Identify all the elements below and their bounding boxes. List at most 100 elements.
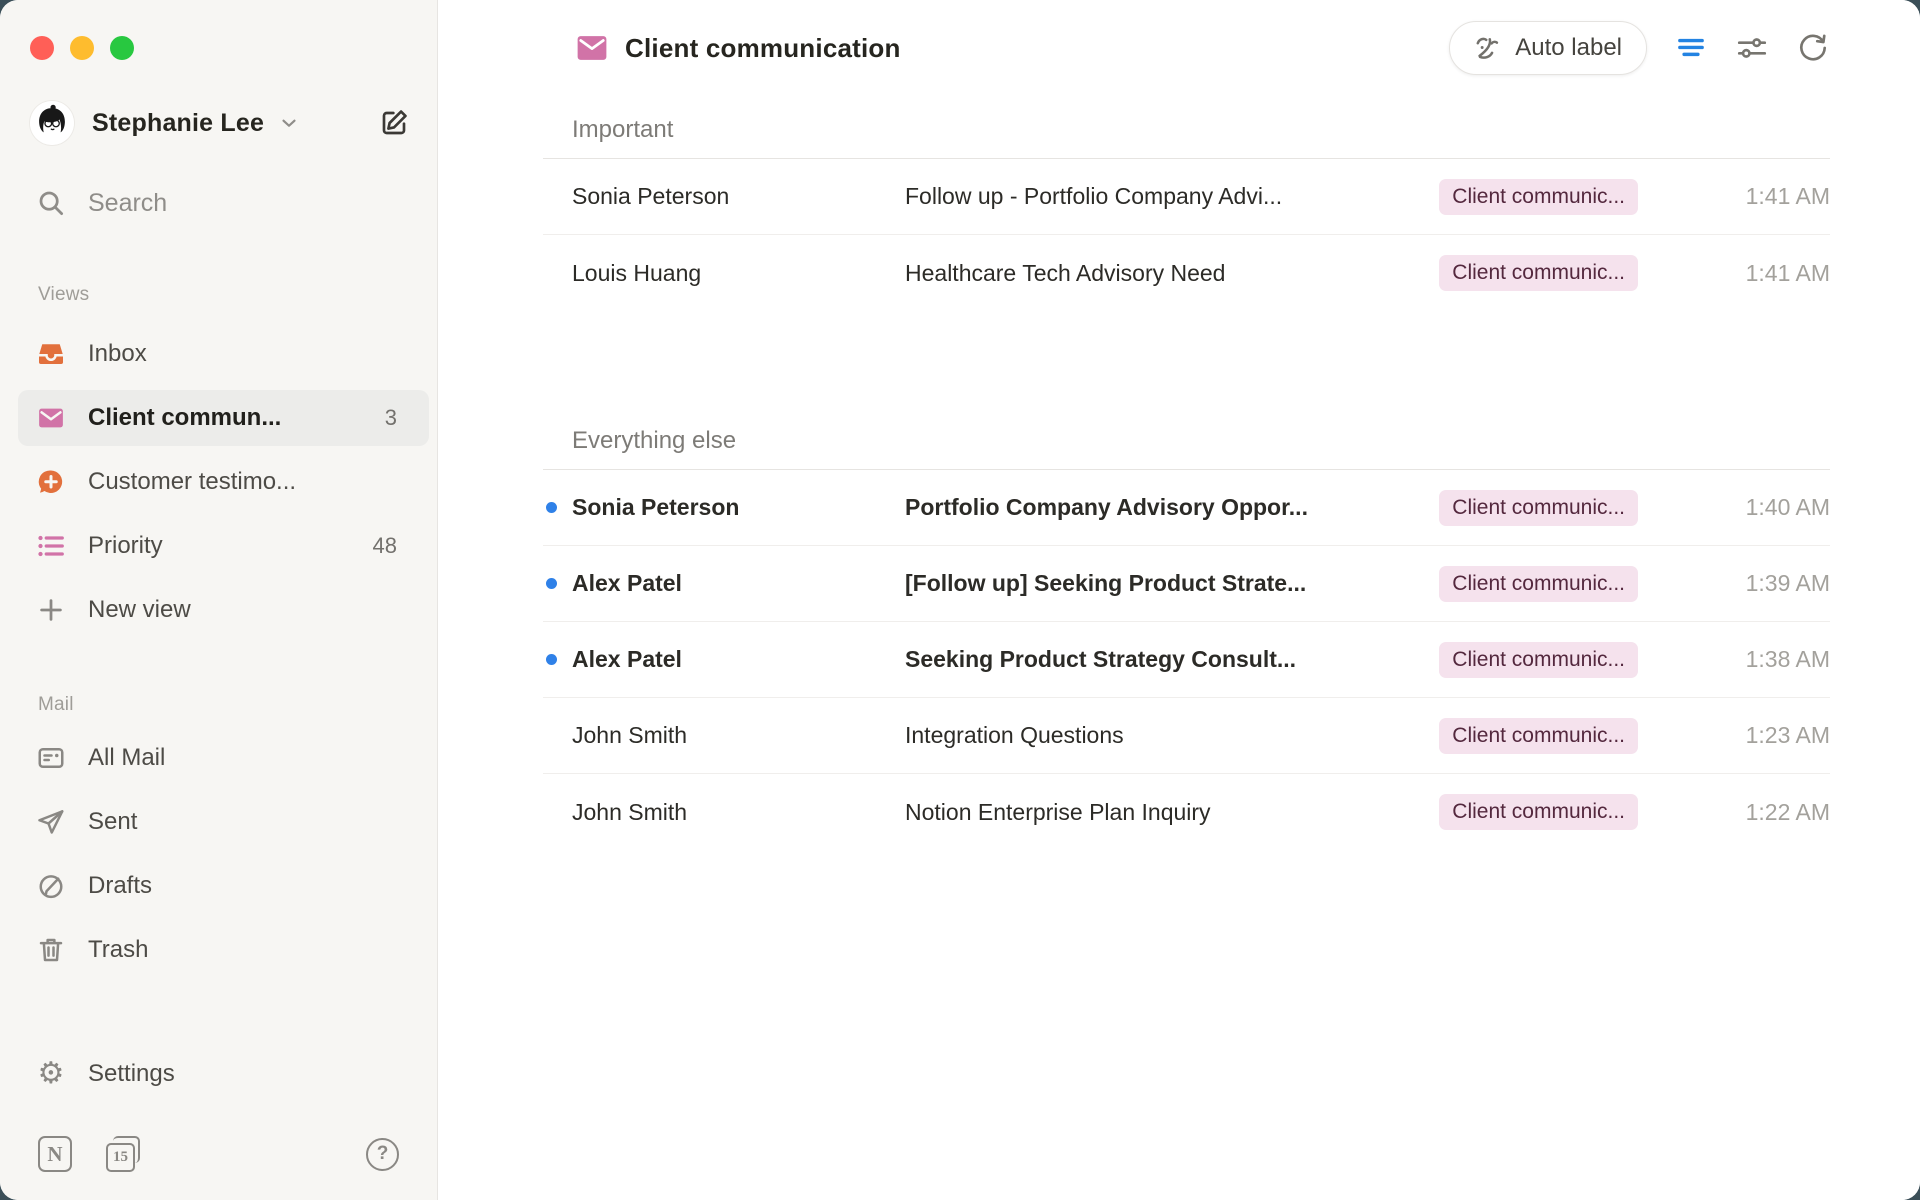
email-row[interactable]: Sonia Peterson Portfolio Company Advisor… — [543, 470, 1830, 546]
search-placeholder: Search — [88, 189, 167, 218]
help-icon[interactable]: ? — [366, 1138, 399, 1171]
view-header: Client communication Auto label — [543, 0, 1830, 96]
sidebar-item-client-communication[interactable]: Client commun... 3 — [0, 386, 437, 450]
email-row[interactable]: Louis Huang Healthcare Tech Advisory Nee… — [543, 235, 1830, 311]
email-subject: Seeking Product Strategy Consult... — [905, 646, 1439, 673]
unread-dot-icon — [546, 578, 557, 589]
priority-list-icon — [36, 531, 66, 561]
avatar — [30, 101, 74, 145]
user-name: Stephanie Lee — [92, 109, 264, 138]
email-subject: Follow up - Portfolio Company Advi... — [905, 183, 1439, 210]
email-subject: [Follow up] Seeking Product Strate... — [905, 570, 1439, 597]
trash-icon — [36, 935, 66, 965]
email-time: 1:41 AM — [1650, 183, 1830, 210]
unread-dot-icon — [546, 502, 557, 513]
sidebar-item-drafts[interactable]: Drafts — [0, 854, 437, 918]
chat-plus-icon — [36, 467, 66, 497]
section-title: Everything else — [543, 423, 1830, 459]
email-label-badge[interactable]: Client communic... — [1439, 566, 1638, 602]
email-row[interactable]: Sonia Peterson Follow up - Portfolio Com… — [543, 159, 1830, 235]
email-sender: Alex Patel — [572, 570, 905, 597]
search-input[interactable]: Search — [36, 188, 167, 218]
email-subject: Integration Questions — [905, 722, 1439, 749]
mail-section-label: Mail — [38, 694, 74, 716]
mail-list: All Mail Sent Drafts — [0, 726, 437, 982]
email-time: 1:40 AM — [1650, 494, 1830, 521]
email-list: Important Sonia Peterson Follow up - Por… — [543, 112, 1830, 850]
sidebar-item-label: Settings — [88, 1060, 175, 1088]
email-subject: Healthcare Tech Advisory Need — [905, 260, 1439, 287]
display-settings-button[interactable] — [1735, 31, 1769, 65]
sidebar-item-label: Client commun... — [88, 404, 281, 432]
sliders-icon — [1735, 31, 1769, 65]
sidebar: Stephanie Lee Search Views — [0, 0, 438, 1200]
chevron-down-icon — [278, 112, 300, 134]
sidebar-item-inbox[interactable]: Inbox — [0, 322, 437, 386]
email-row[interactable]: Alex Patel Seeking Product Strategy Cons… — [543, 622, 1830, 698]
minimize-window-button[interactable] — [70, 36, 94, 60]
sidebar-item-label: Trash — [88, 936, 148, 964]
email-section: Important Sonia Peterson Follow up - Por… — [543, 112, 1830, 311]
email-sender: John Smith — [572, 799, 905, 826]
sidebar-item-label: Drafts — [88, 872, 152, 900]
app-window: Stephanie Lee Search Views — [0, 0, 1920, 1200]
email-row[interactable]: John Smith Integration Questions Client … — [543, 698, 1830, 774]
compose-button[interactable] — [377, 106, 411, 140]
window-controls — [30, 36, 134, 60]
email-time: 1:22 AM — [1650, 799, 1830, 826]
email-label-badge[interactable]: Client communic... — [1439, 642, 1638, 678]
filter-button[interactable] — [1674, 31, 1708, 65]
email-row[interactable]: John Smith Notion Enterprise Plan Inquir… — [543, 774, 1830, 850]
email-label-badge[interactable]: Client communic... — [1439, 179, 1638, 215]
sidebar-item-priority[interactable]: Priority 48 — [0, 514, 437, 578]
unread-dot-icon — [546, 654, 557, 665]
email-label-badge[interactable]: Client communic... — [1439, 490, 1638, 526]
account-switcher[interactable]: Stephanie Lee — [30, 100, 411, 146]
all-mail-icon — [36, 743, 66, 773]
notion-logo-icon[interactable]: N — [38, 1136, 72, 1172]
email-label-badge[interactable]: Client communic... — [1439, 718, 1638, 754]
refresh-button[interactable] — [1796, 31, 1830, 65]
email-sender: John Smith — [572, 722, 905, 749]
email-row[interactable]: Alex Patel [Follow up] Seeking Product S… — [543, 546, 1830, 622]
drafts-icon — [36, 871, 66, 901]
sidebar-item-label: Customer testimo... — [88, 468, 296, 496]
sidebar-item-all-mail[interactable]: All Mail — [0, 726, 437, 790]
gear-icon: ⚙ — [36, 1059, 66, 1089]
email-section: Everything else Sonia Peterson Portfolio… — [543, 423, 1830, 850]
email-label-badge[interactable]: Client communic... — [1439, 255, 1638, 291]
sidebar-item-customer-testimonials[interactable]: Customer testimo... — [0, 450, 437, 514]
calendar-icon[interactable]: 15 — [106, 1136, 142, 1172]
section-title: Important — [543, 112, 1830, 148]
sidebar-item-label: Priority — [88, 532, 163, 560]
sidebar-item-new-view[interactable]: New view — [0, 578, 437, 642]
views-section-label: Views — [38, 284, 89, 306]
sidebar-footer: N 15 ? — [38, 1134, 399, 1174]
email-sender: Sonia Peterson — [572, 183, 905, 210]
sidebar-item-sent[interactable]: Sent — [0, 790, 437, 854]
header-actions: Auto label — [1449, 21, 1830, 75]
envelope-icon — [36, 403, 66, 433]
sidebar-item-settings[interactable]: ⚙ Settings — [0, 1042, 437, 1106]
main-content: Client communication Auto label — [438, 0, 1920, 1200]
refresh-icon — [1796, 31, 1830, 65]
auto-label-button[interactable]: Auto label — [1449, 21, 1647, 75]
section-rows: Sonia Peterson Portfolio Company Advisor… — [543, 470, 1830, 850]
close-window-button[interactable] — [30, 36, 54, 60]
envelope-icon — [577, 35, 607, 61]
priority-count-badge: 48 — [373, 533, 397, 559]
sidebar-item-trash[interactable]: Trash — [0, 918, 437, 982]
send-icon — [36, 807, 66, 837]
plus-icon — [36, 595, 66, 625]
auto-label-button-label: Auto label — [1515, 34, 1622, 62]
unread-count-badge: 3 — [385, 405, 397, 431]
views-list: Inbox Client commun... 3 — [0, 322, 437, 642]
email-label-badge[interactable]: Client communic... — [1439, 794, 1638, 830]
email-sender: Sonia Peterson — [572, 494, 905, 521]
zoom-window-button[interactable] — [110, 36, 134, 60]
sidebar-item-label: New view — [88, 596, 191, 624]
search-icon — [36, 188, 66, 218]
sidebar-item-label: Sent — [88, 808, 137, 836]
email-time: 1:41 AM — [1650, 260, 1830, 287]
sidebar-item-label: Inbox — [88, 340, 147, 368]
